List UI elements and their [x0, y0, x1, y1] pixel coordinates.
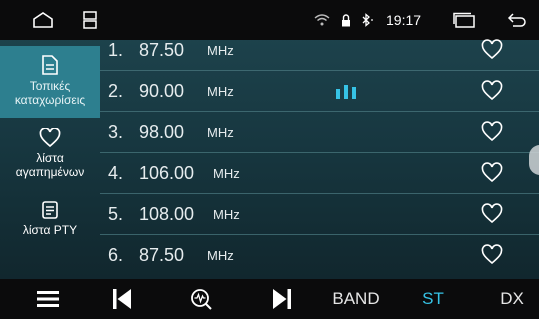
- heart-outline-icon[interactable]: [481, 162, 503, 184]
- sidebar-item-label: καταχωρίσεις: [14, 93, 86, 107]
- station-number: 5.: [108, 204, 124, 224]
- station-number: 6.: [108, 245, 124, 265]
- stereo-button[interactable]: ST: [418, 279, 448, 319]
- sidebar-item-label: λίστα: [36, 151, 64, 165]
- station-row[interactable]: 5. 108.00 MHz: [100, 194, 539, 235]
- sidebar-item-pty-list[interactable]: λίστα PTY: [0, 192, 100, 252]
- station-unit: MHz: [207, 84, 234, 99]
- band-label: BAND: [332, 289, 380, 308]
- station-row[interactable]: 1. 87.50 MHz: [100, 30, 539, 71]
- dx-label: DX: [500, 289, 524, 308]
- sidebar-item-label: αγαπημένων: [15, 165, 85, 179]
- bottom-toolbar: BAND ST DX: [0, 279, 539, 319]
- sidebar: Τοπικές καταχωρίσεις λίστα αγαπημένων λί…: [0, 40, 100, 279]
- station-frequency: 108.00: [139, 204, 195, 224]
- sidebar-item-local-stations[interactable]: Τοπικές καταχωρίσεις: [0, 46, 100, 118]
- station-number: 2.: [108, 81, 124, 101]
- station-frequency: 98.00: [139, 122, 185, 142]
- station-unit: MHz: [213, 207, 240, 222]
- station-row[interactable]: 3. 98.00 MHz: [100, 112, 539, 153]
- station-row[interactable]: 2. 90.00 MHz: [100, 71, 539, 112]
- sidebar-item-label: Τοπικές: [29, 79, 71, 93]
- now-playing-icon: [336, 85, 356, 99]
- station-row[interactable]: 4. 106.00 MHz: [100, 153, 539, 194]
- recent-apps-icon[interactable]: [80, 0, 100, 40]
- station-frequency: 87.50: [139, 245, 185, 265]
- stereo-label: ST: [422, 289, 444, 308]
- band-button[interactable]: BAND: [330, 279, 382, 319]
- heart-outline-icon[interactable]: [481, 203, 503, 225]
- scan-icon[interactable]: [188, 279, 214, 319]
- station-list: 1. 87.50 MHz 2. 90.00 MHz 3. 98.00 MHz 4…: [100, 39, 539, 279]
- heart-outline-icon: [39, 128, 61, 148]
- scroll-handle[interactable]: [529, 145, 539, 175]
- next-icon[interactable]: [270, 279, 294, 319]
- station-number: 4.: [108, 163, 124, 183]
- radio-screen: 19:17 Τοπικές καταχωρίσεις λίστα αγαπημέ…: [0, 0, 539, 319]
- station-frequency: 106.00: [139, 163, 195, 183]
- menu-icon[interactable]: [34, 279, 62, 319]
- sidebar-item-favorites[interactable]: λίστα αγαπημένων: [0, 120, 100, 190]
- station-unit: MHz: [207, 43, 234, 58]
- station-number: 1.: [108, 40, 124, 60]
- station-unit: MHz: [207, 125, 234, 140]
- station-unit: MHz: [213, 166, 240, 181]
- station-frequency: 90.00: [139, 81, 185, 101]
- dx-button[interactable]: DX: [497, 279, 527, 319]
- list-icon: [42, 201, 58, 219]
- heart-outline-icon[interactable]: [481, 121, 503, 143]
- document-icon: [42, 55, 58, 75]
- station-unit: MHz: [207, 248, 234, 263]
- heart-outline-icon[interactable]: [481, 244, 503, 266]
- home-icon[interactable]: [30, 0, 56, 40]
- heart-outline-icon[interactable]: [481, 39, 503, 61]
- previous-icon[interactable]: [110, 279, 134, 319]
- station-frequency: 87.50: [139, 40, 185, 60]
- sidebar-item-label: λίστα PTY: [22, 223, 78, 237]
- heart-outline-icon[interactable]: [481, 80, 503, 102]
- station-row[interactable]: 6. 87.50 MHz: [100, 235, 539, 276]
- station-number: 3.: [108, 122, 124, 142]
